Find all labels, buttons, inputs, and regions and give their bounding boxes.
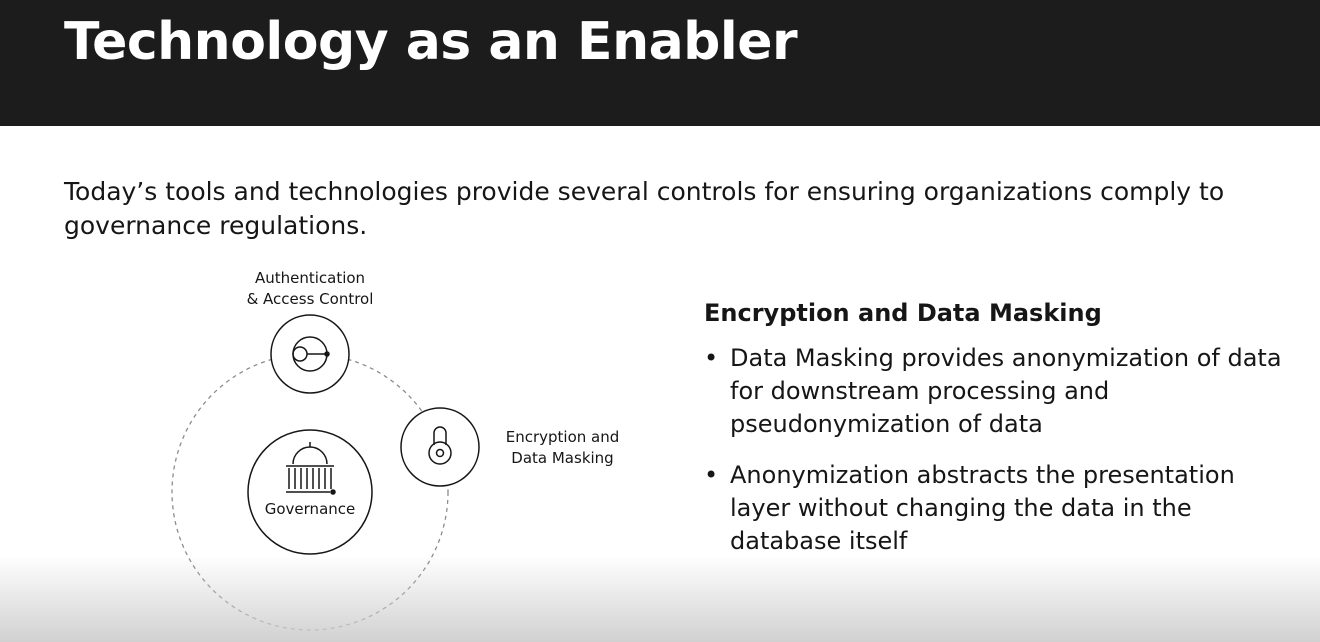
- encryption-masking-label: Encryption and Data Masking: [505, 428, 620, 467]
- list-item: • Anonymization abstracts the presentati…: [704, 459, 1284, 558]
- bullet-marker: •: [704, 344, 719, 372]
- intro-text: Today’s tools and technologies provide s…: [64, 177, 1225, 240]
- governance-diagram: Authentication & Access Control Encrypti…: [160, 262, 640, 642]
- bullet-marker: •: [704, 461, 719, 489]
- governance-label: Governance: [264, 500, 356, 518]
- auth-node: [270, 314, 350, 394]
- panel-heading: Encryption and Data Masking: [704, 299, 1102, 327]
- encryption-node: [400, 407, 480, 487]
- bullet-list: • Data Masking provides anonymization of…: [704, 342, 1284, 558]
- title-bar: Technology as an Enabler: [0, 0, 1320, 126]
- auth-access-label: Authentication & Access Control: [246, 269, 374, 308]
- bullet-text: Data Masking provides anonymization of d…: [730, 344, 1282, 438]
- bullet-text: Anonymization abstracts the presentation…: [730, 461, 1235, 555]
- governance-node: [247, 429, 373, 555]
- encryption-panel: Encryption and Data Masking • Data Maski…: [704, 296, 1284, 576]
- list-item: • Data Masking provides anonymization of…: [704, 342, 1284, 441]
- slide-title: Technology as an Enabler: [64, 12, 798, 72]
